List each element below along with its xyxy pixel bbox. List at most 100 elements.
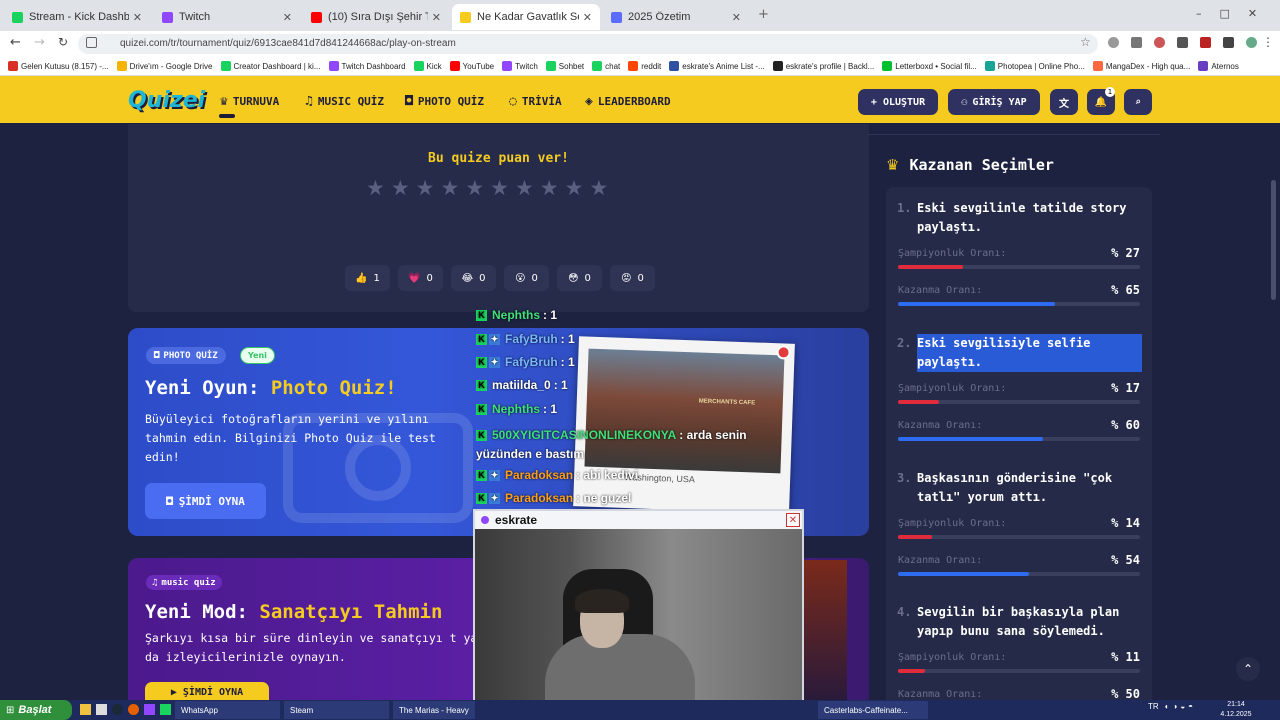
bookmark-item[interactable]: eskrate's profile | Backl...	[772, 61, 874, 71]
winner-rank: 1.	[897, 201, 912, 215]
forward-icon[interactable]: →	[34, 35, 45, 50]
browser-tab[interactable]: (10) Sıra Dışı Şehir Turu 10: ... ✕	[303, 4, 449, 30]
bookmark-item[interactable]: Sohbet	[545, 61, 584, 71]
site-logo[interactable]: Quizei	[128, 88, 205, 113]
page-scrollbar[interactable]	[1271, 180, 1276, 300]
tab-close-icon[interactable]: ✕	[432, 11, 441, 24]
bookmark-item[interactable]: Drive'ım - Google Drive	[116, 61, 213, 71]
reaction-button[interactable]: 😂 0	[451, 265, 496, 291]
bookmark-item[interactable]: Creator Dashboard | ki...	[220, 61, 321, 71]
browser-menu-icon[interactable]: ⋮	[1262, 35, 1274, 49]
bookmark-item[interactable]: MangaDex - High qua...	[1092, 61, 1191, 71]
clock[interactable]: 21:14 4.12.2025	[1216, 700, 1256, 720]
tab-close-icon[interactable]: ✕	[133, 11, 142, 24]
start-button[interactable]: ⊞ Başlat	[0, 700, 72, 720]
bookmark-favicon-icon	[592, 61, 603, 71]
bookmark-item[interactable]: Gelen Kutusu (8.157) -...	[8, 61, 109, 71]
music-icon: ♫	[152, 577, 158, 588]
rating-star-icon[interactable]: ★	[540, 176, 559, 200]
webcam-titlebar: eskrate	[475, 511, 802, 529]
tray-icons[interactable]: ◐◑◒◓	[1165, 702, 1196, 711]
browser-tab[interactable]: Ne Kadar Gavatlık Seviyesinde... ✕	[452, 4, 600, 30]
rating-star-icon[interactable]: ★	[366, 176, 385, 200]
nav-item-leaderboard[interactable]: ◈ LEADERBOARD	[585, 94, 671, 109]
rating-star-icon[interactable]: ★	[416, 176, 435, 200]
translate-button[interactable]: 文	[1050, 89, 1078, 115]
nav-item-music-qui̇z[interactable]: ♫ MUSIC QUİZ	[305, 94, 384, 109]
win-rate-fill	[898, 437, 1044, 441]
scroll-top-button[interactable]: ⌃	[1236, 657, 1260, 681]
bookmark-item[interactable]: Photopea | Online Pho...	[984, 61, 1085, 71]
nav-item-photo-qui̇z[interactable]: ◘ PHOTO QUİZ	[405, 94, 484, 109]
photo-quiz-play-button[interactable]: ◘ ŞİMDİ OYNA	[145, 483, 266, 519]
window-controls[interactable]: –□✕	[1196, 7, 1275, 20]
back-icon[interactable]: ←	[10, 35, 21, 50]
bookmark-item[interactable]: chat	[592, 61, 620, 71]
create-button[interactable]: + OLUŞTUR	[858, 89, 938, 115]
taskbar-item-whatsapp[interactable]: WhatsApp	[175, 701, 280, 719]
rating-star-icon[interactable]: ★	[391, 176, 410, 200]
site-info-icon[interactable]	[86, 37, 97, 48]
bookmark-label: MangaDex - High qua...	[1105, 61, 1191, 71]
rating-star-icon[interactable]: ★	[465, 176, 484, 200]
rating-star-icon[interactable]: ★	[440, 176, 459, 200]
taskbar-item-music[interactable]: The Marias - Heavy	[393, 701, 475, 719]
webcam-close-button[interactable]: ✕	[786, 513, 800, 527]
nav-label: LEADERBOARD	[597, 95, 671, 108]
sidebar-divider	[868, 134, 1160, 135]
bookmark-item[interactable]: eskrate's Anime List -...	[669, 61, 765, 71]
subscriber-badge-icon: ✦	[489, 470, 500, 482]
winner-choice: 4. Sevgilin bir başkasıyla plan yapıp bun…	[897, 603, 1142, 641]
chat-text: : 1	[560, 355, 575, 369]
rating-star-icon[interactable]: ★	[589, 176, 608, 200]
bookmark-item[interactable]: YouTube	[449, 61, 494, 71]
login-button[interactable]: ⚇ GİRİŞ YAP	[948, 89, 1040, 115]
nav-item-tri̇vi̇a[interactable]: ◌ TRİVİA	[509, 94, 562, 109]
rating-star-icon[interactable]: ★	[565, 176, 584, 200]
bookmark-label: Twitch	[515, 61, 538, 71]
reaction-button[interactable]: 😮 0	[504, 265, 549, 291]
tab-close-icon[interactable]: ✕	[732, 11, 741, 24]
music-quiz-title: Yeni Mod: Sanatçıyı Tahmin	[145, 601, 442, 623]
nav-item-turnuva[interactable]: ♛ TURNUVA	[220, 94, 279, 109]
bookmark-item[interactable]: reddit	[628, 61, 661, 71]
search-button[interactable]: ⌕	[1124, 89, 1152, 115]
quicklaunch-icons[interactable]	[80, 704, 187, 715]
reaction-button[interactable]: 👍 1	[345, 265, 390, 291]
taskbar-item-casterlabs[interactable]: Casterlabs-Caffeinate...	[818, 701, 928, 719]
reaction-button[interactable]: 😡 0	[610, 265, 655, 291]
tab-close-icon[interactable]: ✕	[583, 11, 592, 24]
bookmark-item[interactable]: Letterboxd • Social fil...	[882, 61, 977, 71]
taskbar-item-steam[interactable]: Steam	[284, 701, 389, 719]
tab-close-icon[interactable]: ✕	[283, 11, 292, 24]
browser-tab[interactable]: 2025 Özetim ✕	[603, 4, 749, 30]
rating-stars[interactable]: ★ ★ ★ ★ ★ ★ ★ ★ ★ ★	[366, 176, 608, 200]
chat-icon: ◌	[509, 94, 517, 109]
reload-icon[interactable]: ↻	[58, 35, 68, 49]
bookmark-item[interactable]: Twitch	[502, 61, 538, 71]
reaction-emoji-icon: 💗	[408, 272, 421, 284]
address-input[interactable]: quizei.com/tr/tournament/quiz/6913cae841…	[78, 34, 1098, 54]
new-tab-button[interactable]: +	[758, 7, 769, 22]
bookmark-star-icon[interactable]: ☆	[1080, 35, 1091, 49]
rating-star-icon[interactable]: ★	[515, 176, 534, 200]
win-rate-bar	[898, 302, 1140, 306]
bookmark-item[interactable]: Kick	[413, 61, 442, 71]
nav-label: MUSIC QUİZ	[317, 95, 385, 108]
user-icon: ⚇	[961, 96, 968, 108]
music-quiz-play-button[interactable]: ▶ ŞİMDİ OYNA	[145, 682, 269, 702]
bookmark-item[interactable]: Twitch Dashboard	[328, 61, 406, 71]
winner-rank: 3.	[897, 471, 912, 485]
browser-tab[interactable]: Twitch ✕	[154, 4, 300, 30]
taskbar-label: Steam	[290, 705, 314, 715]
tab-title: Stream - Kick Dashboard	[29, 11, 129, 23]
bookmark-item[interactable]: Aternos	[1198, 61, 1239, 71]
extension-icons[interactable]	[1108, 37, 1257, 48]
bookmark-favicon-icon	[772, 61, 783, 71]
reaction-button[interactable]: 💗 0	[398, 265, 443, 291]
language-indicator[interactable]: TR	[1148, 702, 1159, 711]
music-quiz-play-label: ŞİMDİ OYNA	[182, 686, 244, 698]
rating-star-icon[interactable]: ★	[490, 176, 509, 200]
browser-tab[interactable]: Stream - Kick Dashboard ✕	[4, 4, 150, 30]
reaction-button[interactable]: 😳 0	[557, 265, 602, 291]
